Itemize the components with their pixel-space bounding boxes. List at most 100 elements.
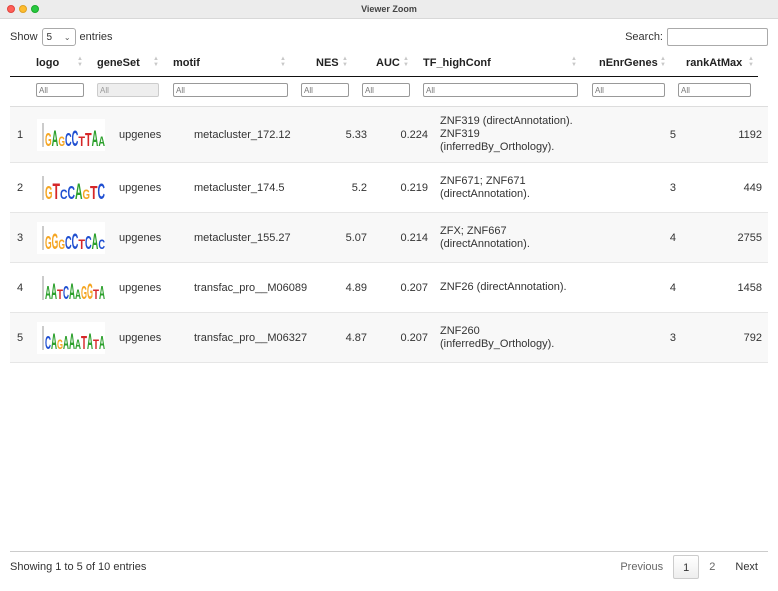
filter-nenrgenes[interactable]: All [592, 83, 665, 97]
col-header-label: TF_highConf [423, 56, 491, 69]
col-header-geneset[interactable]: geneSet [97, 49, 140, 76]
page-1-button[interactable]: 1 [673, 555, 700, 579]
auc-cell: 0.219 [400, 181, 428, 194]
sort-icon: ▲ ▼ [153, 56, 159, 68]
col-header-motif[interactable]: motif [173, 49, 200, 76]
sort-icon: ▲ ▼ [280, 56, 286, 68]
auc-cell: 0.207 [400, 331, 428, 344]
sort-icon: ▲ ▼ [77, 56, 83, 68]
filter-motif[interactable]: All [173, 83, 288, 97]
logo-letter: G [45, 183, 53, 203]
row-index: 2 [17, 181, 24, 194]
motif-logo-image: GGGCCTCAC [37, 221, 105, 254]
entries-label: entries [79, 31, 113, 43]
nenrgenes-cell: 3 [669, 331, 676, 344]
tf-line: (directAnnotation). [440, 237, 530, 250]
sort-icon: ▲ ▼ [342, 56, 348, 68]
entries-select-value: 5 [46, 31, 53, 43]
geneset-cell: upgenes [119, 281, 162, 294]
tf-line: (inferredBy_Orthology). [440, 141, 555, 153]
tf-highconf-cell: ZNF671; ZNF671 (directAnnotation). [440, 163, 590, 212]
col-header-logo[interactable]: logo [36, 49, 59, 76]
tf-line: (directAnnotation). [440, 187, 530, 200]
search-input[interactable] [667, 28, 768, 46]
search-area: Search: [625, 28, 768, 46]
logo-letter: G [45, 233, 52, 253]
footer-divider [10, 551, 768, 552]
filter-logo[interactable]: All [36, 83, 84, 97]
table-info: Showing 1 to 5 of 10 entries [10, 561, 147, 573]
motif-cell: metacluster_174.5 [194, 181, 285, 194]
filter-auc[interactable]: All [362, 83, 410, 97]
motif-logo-image: CAGAAATATA [37, 321, 105, 354]
geneset-cell: upgenes [119, 181, 162, 194]
tf-line: ZNF671; ZNF671 [440, 174, 526, 187]
sort-icon: ▲ ▼ [403, 56, 409, 68]
rankatmax-cell: 1192 [738, 128, 762, 141]
entries-select[interactable]: 5 ⌄ [41, 28, 76, 46]
col-header-label: nEnrGenes [599, 56, 658, 69]
col-header-label: motif [173, 56, 200, 69]
col-header-tf-highconf[interactable]: TF_highConf [423, 49, 491, 76]
row-index: 3 [17, 231, 24, 244]
motif-cell: transfac_pro__M06089 [194, 281, 308, 294]
col-header-label: AUC [376, 56, 400, 69]
col-header-label: rankAtMax [686, 56, 743, 69]
page-2-button[interactable]: 2 [699, 555, 725, 579]
tf-highconf-cell: ZNF26 (directAnnotation). [440, 263, 590, 312]
pagination: Previous 1 2 Next [610, 555, 768, 579]
nes-cell: 4.87 [345, 331, 367, 344]
nes-cell: 4.89 [345, 281, 367, 294]
logo-letter: C [68, 183, 76, 203]
nes-cell: 5.07 [345, 231, 367, 244]
logo-letter: C [98, 236, 105, 252]
filter-nes[interactable]: All [301, 83, 349, 97]
logo-letter: G [45, 130, 52, 150]
filter-geneset: All [97, 83, 159, 97]
logo-letter: A [99, 283, 105, 303]
filter-rankatmax[interactable]: All [678, 83, 751, 97]
show-label: Show [10, 31, 38, 43]
nenrgenes-cell: 4 [669, 281, 676, 294]
nes-cell: 5.2 [351, 181, 367, 194]
sort-icon: ▲ ▼ [748, 56, 754, 68]
tf-line: ZNF26 (directAnnotation). [440, 281, 567, 293]
chevron-down-icon: ⌄ [63, 32, 71, 42]
motif-logo-image: GAGCCTTAA [37, 118, 105, 151]
table-row: 2 GTCCAGTC upgenes metacluster_174.5 5.2… [10, 163, 768, 213]
filter-tf-highconf[interactable]: All [423, 83, 578, 97]
logo-letter: G [83, 186, 91, 202]
sort-icon: ▲ ▼ [571, 56, 577, 68]
nenrgenes-cell: 5 [669, 128, 676, 141]
geneset-cell: upgenes [119, 231, 162, 244]
previous-page-button[interactable]: Previous [610, 555, 673, 579]
logo-letter: G [52, 229, 59, 254]
next-page-button[interactable]: Next [725, 555, 768, 579]
tf-line: ZFX; ZNF667 [440, 224, 507, 237]
rankatmax-cell: 2755 [737, 231, 762, 244]
col-header-label: NES [316, 56, 339, 69]
column-filters: All All All All All All All All [10, 82, 758, 100]
logo-letter: C [65, 130, 72, 150]
nenrgenes-cell: 3 [669, 181, 676, 194]
rankatmax-cell: 449 [743, 181, 762, 194]
tf-line: (inferredBy_Orthology). [440, 337, 555, 350]
logo-letter: A [99, 333, 105, 353]
tf-line: ZNF319 [440, 128, 480, 140]
col-header-auc[interactable]: AUC [376, 49, 400, 76]
rankatmax-cell: 792 [743, 331, 762, 344]
motif-cell: transfac_pro__M06327 [194, 331, 308, 344]
col-header-nes[interactable]: NES [316, 49, 339, 76]
window-titlebar: Viewer Zoom [0, 0, 778, 19]
col-header-rankatmax[interactable]: rankAtMax [686, 49, 742, 76]
col-header-nenrgenes[interactable]: nEnrGenes [599, 49, 658, 76]
logo-letter: A [98, 133, 105, 149]
table-row: 1 GAGCCTTAA upgenes metacluster_172.12 5… [10, 107, 768, 163]
search-label: Search: [625, 31, 663, 43]
window-title: Viewer Zoom [361, 4, 417, 14]
auc-cell: 0.214 [400, 231, 428, 244]
nes-cell: 5.33 [345, 128, 367, 141]
geneset-cell: upgenes [119, 128, 162, 141]
geneset-cell: upgenes [119, 331, 162, 344]
sort-icon: ▲ ▼ [660, 56, 666, 68]
